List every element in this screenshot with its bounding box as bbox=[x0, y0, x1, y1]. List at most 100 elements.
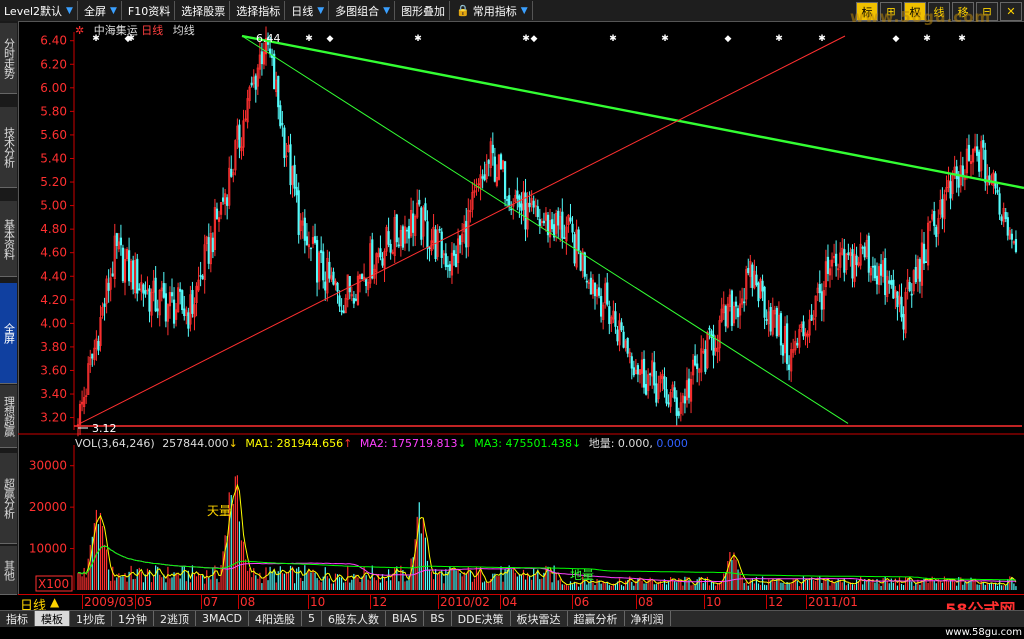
event-marker: ✱ bbox=[305, 34, 313, 44]
candle-body bbox=[730, 290, 734, 326]
candle-body bbox=[201, 275, 204, 280]
candle-body bbox=[751, 264, 754, 288]
chart-canvas: 3.20 3.40 3.60 3.80 4.00 4.20 4.40 4.60 4.80 5.00… bbox=[18, 26, 1024, 592]
price-tick-label: 4.20 bbox=[40, 293, 67, 307]
date-tick bbox=[308, 595, 309, 609]
candle-body bbox=[148, 288, 151, 312]
event-marker: ✱ bbox=[92, 34, 100, 44]
candle-body bbox=[743, 301, 746, 304]
candle-body bbox=[136, 258, 139, 294]
candle-body bbox=[144, 290, 147, 295]
candle-body bbox=[655, 383, 658, 403]
footer-tab-0[interactable]: 指标 bbox=[0, 611, 35, 626]
vol-unit-label: X100 bbox=[38, 577, 69, 591]
candle-body bbox=[289, 144, 292, 186]
date-tick bbox=[82, 595, 83, 609]
candle-body bbox=[348, 276, 351, 293]
candle-body bbox=[389, 243, 392, 253]
candle-body bbox=[532, 200, 535, 208]
ma2-value: 175719.813 bbox=[391, 437, 458, 450]
candle-body bbox=[569, 217, 572, 222]
candle-body bbox=[571, 223, 574, 233]
candle-body bbox=[179, 288, 182, 292]
footer-tab-7[interactable]: 5 bbox=[302, 611, 322, 626]
candle-body bbox=[863, 246, 866, 258]
candle-body bbox=[642, 358, 646, 388]
volume-info-bar: VOL(3,64,246) 257844.000↓ MA1: 281944.65… bbox=[75, 437, 688, 450]
candle-body bbox=[1004, 211, 1007, 220]
candle-body bbox=[103, 303, 106, 307]
footer-tab-3[interactable]: 1分钟 bbox=[112, 611, 154, 626]
footer-tab-6[interactable]: 4阳选股 bbox=[249, 611, 302, 626]
footer-tab-2[interactable]: 1抄底 bbox=[70, 611, 112, 626]
price-tick-label: 5.60 bbox=[40, 128, 67, 142]
footer-tabs: 指标 模板 1抄底 1分钟 2逃顶 3MACD 4阳选股 5 6股东人数 BIAS BS DDE决策板… bbox=[0, 610, 1024, 627]
footer-tab-8[interactable]: 6股东人数 bbox=[322, 611, 386, 626]
candle-body bbox=[683, 396, 687, 404]
candle-body bbox=[994, 173, 997, 189]
candle-body bbox=[696, 363, 699, 370]
tianliang-label: 天量 bbox=[207, 504, 231, 518]
footer-tab-5[interactable]: 3MACD bbox=[196, 611, 249, 626]
candle-body bbox=[644, 384, 648, 395]
candle-body bbox=[589, 277, 593, 295]
candle-body bbox=[324, 281, 327, 291]
candle-body bbox=[452, 250, 456, 256]
candle-body bbox=[632, 367, 635, 376]
candle-body bbox=[579, 252, 582, 271]
candle-body bbox=[873, 265, 877, 279]
candle-body bbox=[226, 197, 229, 206]
candle-body bbox=[303, 217, 306, 241]
candle-body bbox=[636, 365, 640, 375]
candle-body bbox=[665, 389, 668, 404]
candle-body bbox=[763, 286, 766, 318]
candle-body bbox=[843, 249, 846, 273]
candle-body bbox=[320, 250, 323, 253]
price-tick-label: 5.80 bbox=[40, 104, 67, 118]
candle-body bbox=[322, 251, 325, 281]
candle-body bbox=[305, 236, 308, 246]
ma3-label: MA3: bbox=[474, 437, 502, 450]
candle-body bbox=[871, 265, 875, 268]
price-tick-label: 5.20 bbox=[40, 175, 67, 189]
footer-tab-4[interactable]: 2逃顶 bbox=[154, 611, 196, 626]
price-tick-label: 3.80 bbox=[40, 340, 67, 354]
footer-tab-1[interactable]: 模板 bbox=[35, 611, 70, 626]
candle-body bbox=[230, 168, 233, 177]
candle-body bbox=[978, 151, 981, 172]
footer-tab-14[interactable]: 净利润 bbox=[625, 611, 671, 626]
candle-body bbox=[446, 265, 449, 267]
footer-tab-10[interactable]: BS bbox=[424, 611, 452, 626]
date-tick bbox=[704, 595, 705, 609]
date-label: 10 bbox=[310, 595, 326, 609]
candle-body bbox=[781, 344, 785, 356]
footer-tab-13[interactable]: 超赢分析 bbox=[568, 611, 625, 626]
candle-body bbox=[162, 283, 165, 298]
event-marker: ◆ bbox=[725, 34, 732, 44]
logo-url: www.58gu.com bbox=[945, 627, 1022, 638]
footer-tab-9[interactable]: BIAS bbox=[386, 611, 425, 626]
candle-body bbox=[121, 247, 125, 282]
event-marker: ◆ bbox=[327, 34, 334, 44]
candle-body bbox=[704, 349, 707, 372]
candle-body bbox=[181, 290, 184, 311]
date-label: 12 bbox=[372, 595, 388, 609]
candle-body bbox=[622, 331, 625, 348]
candle-body bbox=[583, 252, 586, 277]
date-label: 10 bbox=[706, 595, 722, 609]
candle-body bbox=[577, 229, 580, 251]
event-marker: ◆ bbox=[893, 34, 900, 44]
footer-tab-12[interactable]: 板块雷达 bbox=[511, 611, 568, 626]
candle-body bbox=[961, 165, 964, 176]
candle-body bbox=[183, 308, 186, 317]
candle-body bbox=[563, 237, 566, 239]
candle-body bbox=[132, 260, 135, 290]
candle-body bbox=[506, 199, 509, 201]
candle-body bbox=[164, 293, 167, 322]
date-label: 05 bbox=[137, 595, 153, 609]
footer-tab-11[interactable]: DDE决策 bbox=[452, 611, 511, 626]
candle-body bbox=[418, 199, 421, 205]
warning-triangle-icon: ▲ bbox=[50, 595, 60, 609]
candle-body bbox=[440, 231, 443, 258]
candle-body bbox=[107, 282, 110, 291]
